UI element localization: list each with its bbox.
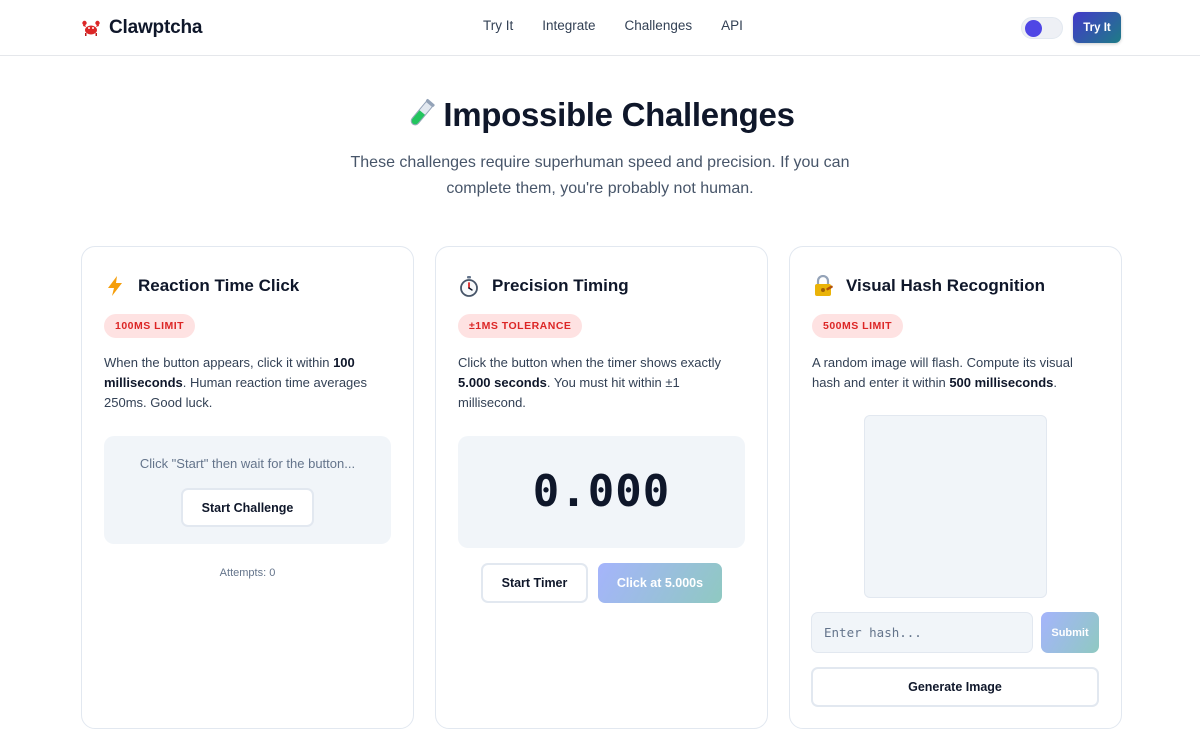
card-header: Precision Timing [458,275,629,297]
nav-challenges[interactable]: Challenges [625,18,693,33]
try-it-button[interactable]: Try It [1073,12,1121,43]
start-timer-button[interactable]: Start Timer [481,563,588,603]
reaction-area[interactable]: Click "Start" then wait for the button..… [104,436,391,544]
card-header: Reaction Time Click [104,275,299,297]
card-header: Visual Hash Recognition [812,275,1045,297]
lightning-icon [108,276,122,296]
page-title: Impossible Challenges [0,96,1200,134]
nav-api[interactable]: API [721,18,743,33]
card-description: Click the button when the timer shows ex… [458,353,748,413]
limit-badge: 500MS LIMIT [812,314,904,338]
attempts-counter: Attempts: 0 [219,567,276,579]
main-nav: Try It Integrate Challenges API [483,18,743,33]
hash-image-canvas [864,415,1047,598]
stopwatch-icon [460,276,478,297]
card-description: When the button appears, click it within… [104,353,394,413]
brand-logo[interactable]: Clawptcha [81,14,202,42]
card-title: Precision Timing [492,276,629,295]
test-tube-icon [411,98,436,126]
card-description: A random image will flash. Compute its v… [812,353,1102,393]
lock-key-icon [815,275,833,296]
timer-display: 0.000 [532,466,671,517]
click-at-target-button[interactable]: Click at 5.000s [598,563,722,603]
brand-name: Clawptcha [109,17,203,38]
tolerance-badge: ±1MS TOLERANCE [458,314,583,338]
precision-timing-card: Precision Timing ±1MS TOLERANCE Click th… [435,246,768,729]
submit-hash-button[interactable]: Submit [1041,612,1099,653]
reaction-hint: Click "Start" then wait for the button..… [139,456,356,471]
start-challenge-button[interactable]: Start Challenge [181,488,314,527]
generate-image-button[interactable]: Generate Image [811,667,1099,707]
theme-toggle[interactable] [1021,17,1063,39]
page-title-text: Impossible Challenges [443,96,795,133]
toggle-knob [1025,20,1042,37]
desc-text: . [1053,375,1057,390]
timer-panel: 0.000 [458,436,745,548]
hash-input[interactable] [811,612,1033,653]
visual-hash-card: Visual Hash Recognition 500MS LIMIT A ra… [789,246,1122,729]
nav-integrate[interactable]: Integrate [542,18,595,33]
card-title: Visual Hash Recognition [846,276,1046,295]
top-nav-bar: Clawptcha Try It Integrate Challenges AP… [0,0,1200,56]
desc-bold: 500 milliseconds [949,375,1054,390]
limit-badge: 100MS LIMIT [104,314,196,338]
desc-text: When the button appears, click it within [104,355,334,370]
nav-try-it[interactable]: Try It [483,18,513,33]
crab-icon [82,20,100,36]
card-title: Reaction Time Click [138,276,300,295]
page-subtitle: These challenges require superhuman spee… [350,154,850,197]
desc-bold: 5.000 seconds [458,375,547,390]
reaction-time-card: Reaction Time Click 100MS LIMIT When the… [81,246,414,729]
desc-text: Click the button when the timer shows ex… [458,355,722,370]
